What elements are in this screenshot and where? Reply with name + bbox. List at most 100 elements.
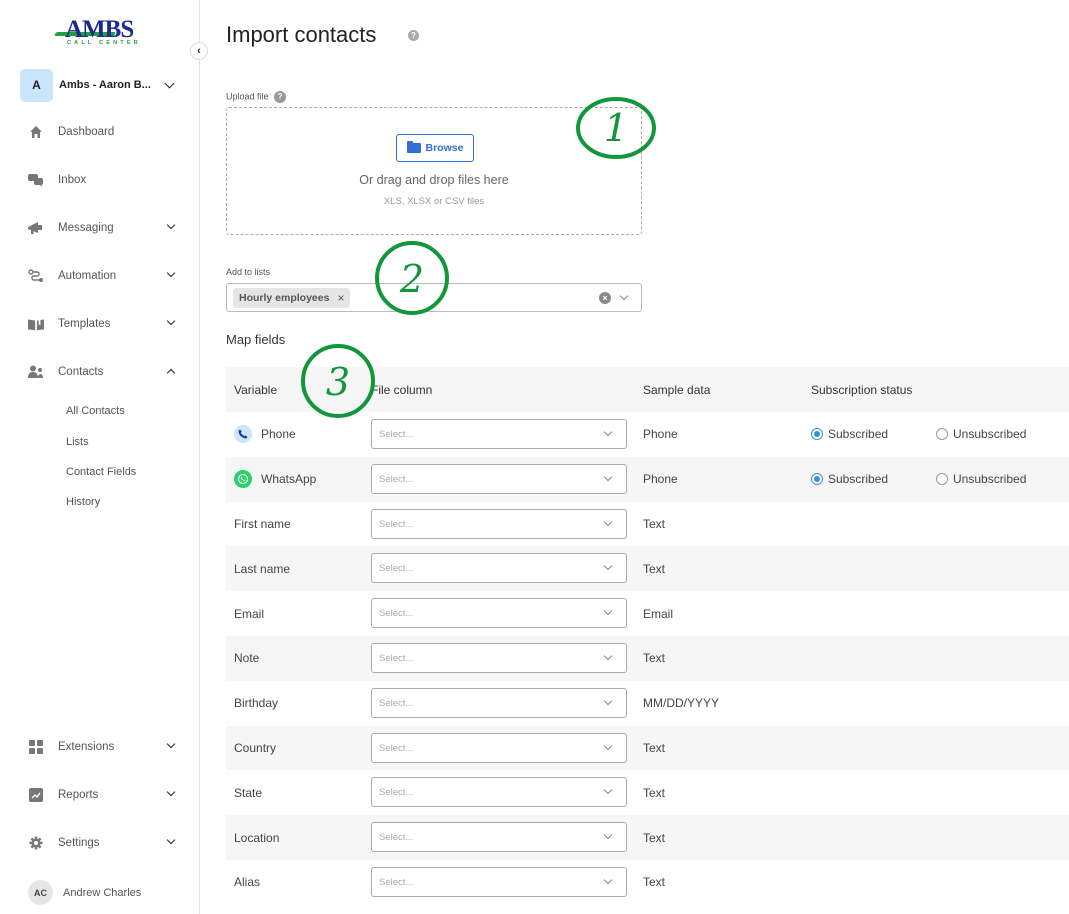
variable-label: Phone: [261, 427, 296, 442]
sidebar-subitem-contact-fields[interactable]: Contact Fields: [66, 466, 136, 478]
brand-logo[interactable]: AMBS CALL CENTER: [53, 17, 150, 48]
chevron-down-icon: [603, 741, 613, 750]
book-icon: [28, 316, 44, 332]
chevron-down-icon[interactable]: [619, 291, 629, 301]
select-placeholder: Select...: [379, 787, 414, 799]
variable-label: Note: [234, 651, 260, 666]
variable-label: Email: [234, 606, 265, 621]
variable-cell: WhatsApp: [234, 470, 316, 489]
select-placeholder: Select...: [379, 518, 414, 530]
chevron-down-icon: [166, 787, 176, 797]
page-title: Import contacts: [226, 22, 377, 47]
variable-cell: Last name: [234, 562, 290, 576]
file-dropzone[interactable]: Browse Or drag and drop files here XLS, …: [226, 107, 642, 235]
gear-icon: [28, 835, 44, 851]
sidebar-item-reports[interactable]: Reports: [0, 780, 199, 810]
file-column-select[interactable]: Select...: [371, 598, 627, 629]
table-row: Alias Select... Text: [226, 860, 1069, 905]
browse-button[interactable]: Browse: [396, 134, 474, 162]
header-sample-data: Sample data: [643, 382, 711, 397]
sample-data-cell: Text: [643, 785, 666, 800]
sidebar-item-templates[interactable]: Templates: [0, 309, 199, 339]
sidebar-subitem-all-contacts[interactable]: All Contacts: [66, 405, 125, 417]
help-icon[interactable]: ?: [408, 30, 419, 41]
radio-label: Unsubscribed: [953, 472, 1027, 487]
sidebar-item-dashboard[interactable]: Dashboard: [0, 117, 199, 147]
collapse-sidebar-button[interactable]: ‹: [190, 42, 208, 60]
chevron-down-icon: [164, 78, 175, 89]
unsubscribed-radio[interactable]: Unsubscribed: [936, 427, 1026, 441]
file-column-select[interactable]: Select...: [371, 419, 627, 449]
select-placeholder: Select...: [379, 473, 414, 485]
logo-subtext: CALL CENTER: [67, 40, 141, 46]
help-icon[interactable]: ?: [274, 91, 287, 103]
sidebar-item-extensions[interactable]: Extensions: [0, 732, 199, 762]
unsubscribed-radio[interactable]: Unsubscribed: [936, 472, 1026, 486]
account-switcher[interactable]: A Ambs - Aaron B...: [20, 68, 190, 102]
header-file-column: File column: [371, 382, 433, 397]
account-name: Ambs - Aaron B...: [59, 79, 151, 91]
table-row: Email Select... Email: [226, 591, 1069, 636]
variable-label: Location: [234, 830, 280, 845]
radio-indicator[interactable]: [811, 428, 823, 441]
file-column-select[interactable]: Select...: [371, 553, 627, 584]
file-column-select[interactable]: Select...: [371, 642, 627, 673]
variable-cell: Email: [234, 607, 264, 621]
select-placeholder: Select...: [379, 876, 414, 888]
sidebar-subitem-history[interactable]: History: [66, 496, 100, 508]
chat-bubbles-icon: [28, 172, 44, 188]
radio-label: Unsubscribed: [953, 427, 1027, 442]
header-variable: Variable: [234, 382, 278, 397]
chevron-down-icon: [603, 606, 613, 616]
radio-indicator[interactable]: [936, 473, 948, 486]
table-row: First name Select... Text: [226, 502, 1069, 547]
sidebar-item-label: Dashboard: [58, 126, 115, 138]
file-column-select[interactable]: Select...: [371, 732, 627, 763]
sidebar-item-settings[interactable]: Settings: [0, 828, 199, 858]
subscribed-radio[interactable]: Subscribed: [811, 472, 888, 486]
sidebar-item-messaging[interactable]: Messaging: [0, 213, 199, 243]
main-content: Import contacts ? Upload file ? Browse O…: [200, 0, 1069, 914]
map-fields-table: Variable File column Sample data Subscri…: [226, 367, 1069, 905]
sample-data-cell: Text: [643, 651, 666, 666]
radio-label: Subscribed: [828, 427, 889, 442]
sidebar-subitem-lists[interactable]: Lists: [66, 436, 89, 448]
file-column-select[interactable]: Select...: [371, 508, 627, 539]
radio-indicator[interactable]: [811, 473, 823, 486]
select-placeholder: Select...: [379, 429, 414, 440]
file-column-select[interactable]: Select...: [371, 687, 627, 718]
sidebar-item-label: Extensions: [58, 741, 115, 753]
user-profile[interactable]: AC Andrew Charles: [28, 880, 141, 905]
sample-data-cell: Email: [643, 606, 674, 621]
list-chip: Hourly employees ×: [233, 288, 351, 308]
avatar: AC: [28, 880, 53, 905]
chart-icon: [28, 787, 44, 803]
lists-multiselect[interactable]: Hourly employees × ×: [226, 283, 642, 312]
chevron-down-icon: [603, 472, 613, 482]
subscribed-radio[interactable]: Subscribed: [811, 427, 888, 441]
table-body: Phone Select... Phone Subscribed Unsubscribe…: [226, 412, 1069, 905]
file-column-select[interactable]: Select...: [371, 463, 627, 494]
chevron-down-icon: [166, 835, 176, 845]
chevron-down-icon: [603, 786, 613, 795]
file-column-select[interactable]: Select...: [371, 866, 627, 897]
radio-indicator[interactable]: [936, 428, 948, 441]
table-row: Location Select... Text: [226, 815, 1069, 860]
file-column-select[interactable]: Select...: [371, 777, 627, 808]
remove-chip-icon[interactable]: ×: [337, 291, 344, 305]
sidebar-item-label: Reports: [58, 789, 99, 801]
select-placeholder: Select...: [379, 608, 414, 620]
variable-cell: State: [234, 786, 262, 800]
sidebar-item-contacts[interactable]: Contacts: [0, 357, 199, 387]
clear-icon[interactable]: ×: [599, 292, 611, 304]
sidebar-item-automation[interactable]: Automation: [0, 261, 199, 291]
table-row: Phone Select... Phone Subscribed Unsubscribe…: [226, 412, 1069, 457]
select-placeholder: Select...: [379, 832, 414, 844]
variable-cell: Alias: [234, 875, 260, 889]
select-placeholder: Select...: [379, 742, 414, 754]
header-subscription-status: Subscription status: [811, 382, 913, 397]
sidebar-item-inbox[interactable]: Inbox: [0, 165, 199, 195]
file-column-select[interactable]: Select...: [371, 822, 627, 853]
variable-cell: Phone: [234, 425, 296, 444]
chevron-down-icon: [603, 427, 613, 437]
